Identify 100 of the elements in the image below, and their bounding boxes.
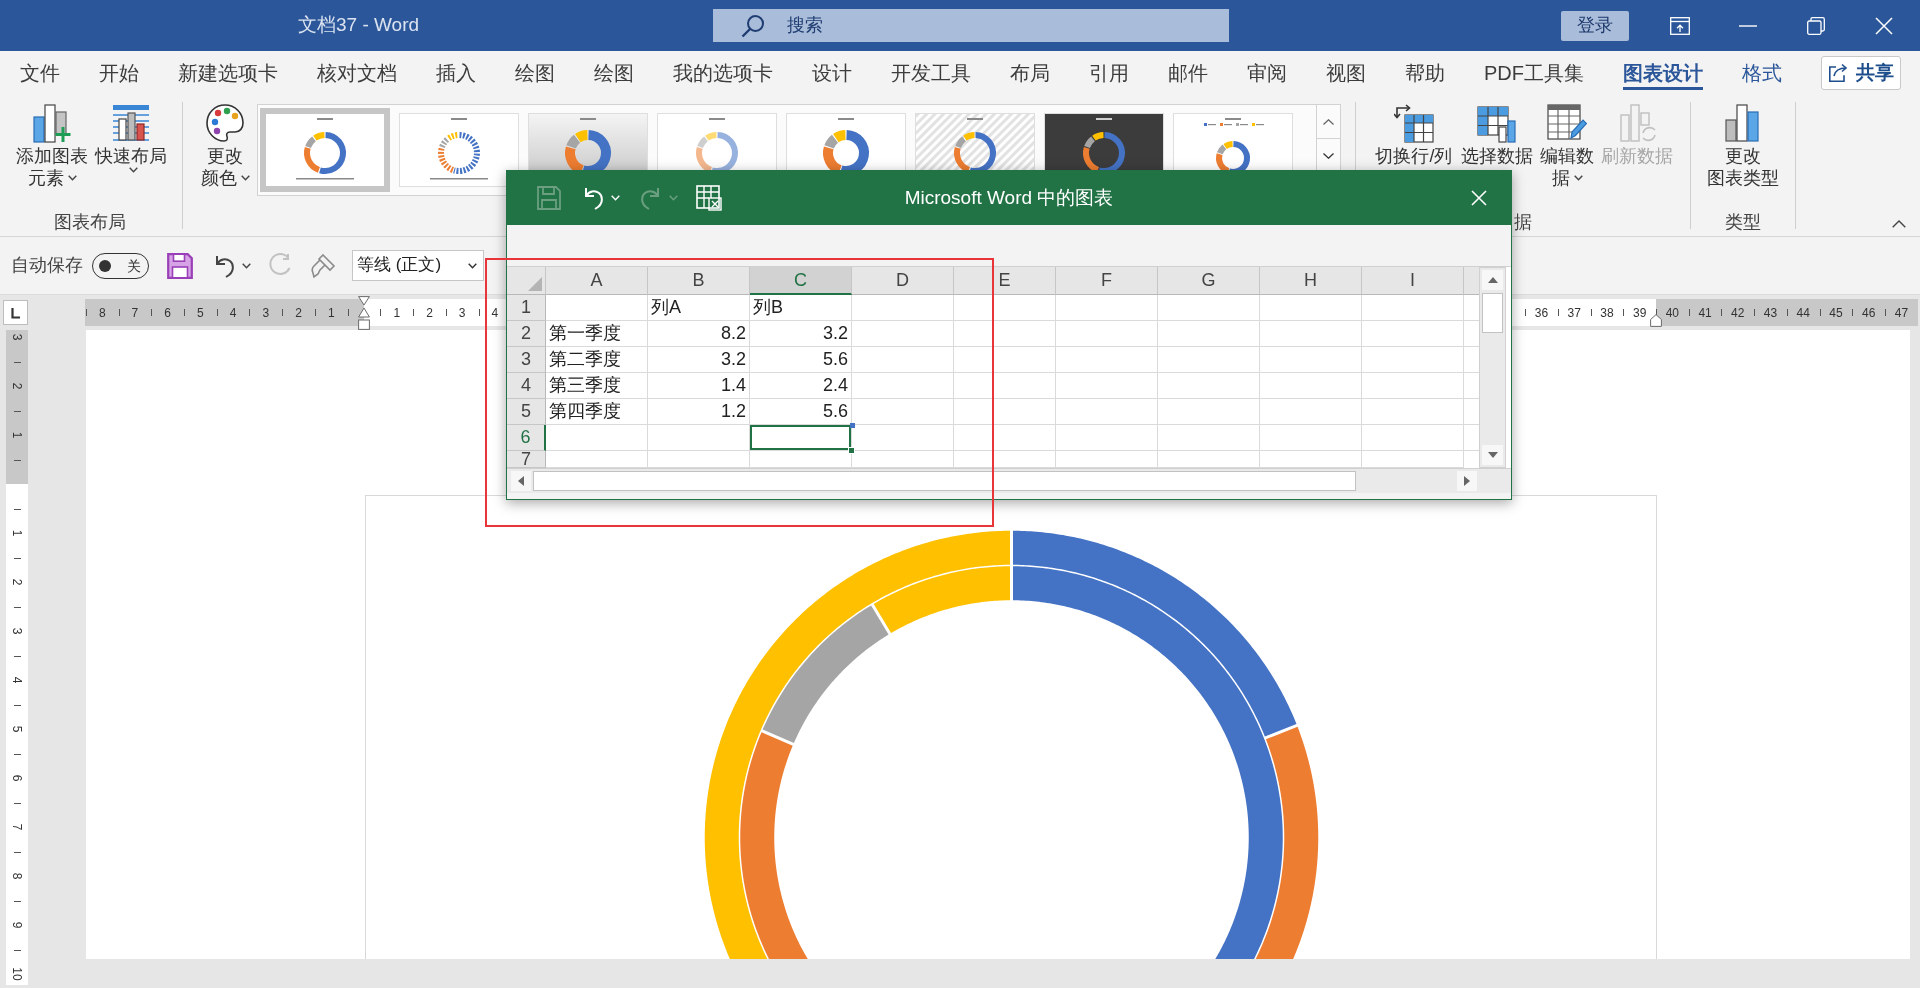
- sheet-cell[interactable]: [852, 295, 954, 321]
- share-button[interactable]: 共享: [1821, 56, 1901, 90]
- sheet-cell[interactable]: 2.4: [750, 373, 852, 399]
- sheet-cell[interactable]: [852, 347, 954, 373]
- ribbon-tab[interactable]: 插入: [436, 59, 476, 90]
- scroll-down-button[interactable]: [1482, 445, 1503, 465]
- active-cell[interactable]: [750, 425, 852, 451]
- ribbon-tab[interactable]: 开始: [99, 59, 139, 90]
- sheet-cell[interactable]: [1056, 425, 1158, 451]
- chevron-up-icon[interactable]: [1323, 118, 1334, 125]
- row-header[interactable]: 6: [507, 425, 546, 451]
- caret-icon[interactable]: [67, 175, 77, 181]
- column-header[interactable]: B: [648, 267, 750, 295]
- sheet-cell[interactable]: [954, 321, 1056, 347]
- sheet-cell[interactable]: [954, 347, 1056, 373]
- row-header[interactable]: 5: [507, 399, 546, 425]
- sheet-cell[interactable]: [1056, 399, 1158, 425]
- quick-layout-button[interactable]: 快速布局: [94, 95, 168, 173]
- ribbon-tab[interactable]: 布局: [1010, 59, 1050, 90]
- change-chart-type-button[interactable]: 更改 图表类型: [1705, 95, 1781, 189]
- scrollbar-thumb[interactable]: [533, 471, 1356, 491]
- sheet-cell[interactable]: 8.2: [648, 321, 750, 347]
- sheet-cell[interactable]: [1260, 347, 1362, 373]
- sheet-cell[interactable]: [1362, 373, 1464, 399]
- ribbon-tab[interactable]: 核对文档: [317, 59, 397, 90]
- ribbon-tab[interactable]: 视图: [1326, 59, 1366, 90]
- sheet-cell[interactable]: [1260, 321, 1362, 347]
- sign-in-button[interactable]: 登录: [1561, 10, 1629, 41]
- ribbon-tab[interactable]: 格式: [1742, 59, 1782, 90]
- sheet-cell[interactable]: [1362, 295, 1464, 321]
- font-name-dropdown[interactable]: 等线 (正文): [352, 250, 484, 281]
- scroll-right-button[interactable]: [1457, 471, 1477, 491]
- sheet-cell[interactable]: [1056, 321, 1158, 347]
- indent-marker-icon[interactable]: [358, 296, 370, 330]
- column-header[interactable]: G: [1158, 267, 1260, 295]
- range-handle-icon[interactable]: [850, 423, 855, 428]
- sheet-cell[interactable]: 3.2: [648, 347, 750, 373]
- tab-stop-icon[interactable]: [3, 300, 28, 325]
- column-header[interactable]: C: [750, 267, 852, 295]
- sheet-cell[interactable]: [1362, 347, 1464, 373]
- spreadsheet-button[interactable]: [696, 185, 722, 211]
- sheet-cell[interactable]: [1158, 347, 1260, 373]
- sheet-cell[interactable]: 第三季度: [546, 373, 648, 399]
- row-header[interactable]: 7: [507, 451, 546, 468]
- sheet-cell[interactable]: [1260, 425, 1362, 451]
- format-painter-button[interactable]: [310, 252, 336, 279]
- sheet-cell[interactable]: 1.4: [648, 373, 750, 399]
- minimize-icon[interactable]: [1739, 24, 1757, 27]
- chart-style-option[interactable]: [399, 113, 519, 187]
- ribbon-tab[interactable]: 我的选项卡: [673, 59, 773, 90]
- column-header[interactable]: H: [1260, 267, 1362, 295]
- sheet-cell[interactable]: [852, 373, 954, 399]
- sheet-cell[interactable]: [1056, 347, 1158, 373]
- sheet-cell[interactable]: [954, 295, 1056, 321]
- sheet-cell[interactable]: 列A: [648, 295, 750, 321]
- add-chart-element-button[interactable]: 添加图表 元素: [12, 95, 92, 189]
- sheet-cell[interactable]: [1158, 295, 1260, 321]
- ribbon-tab[interactable]: 引用: [1089, 59, 1129, 90]
- ribbon-tab[interactable]: 审阅: [1247, 59, 1287, 90]
- row-header[interactable]: 3: [507, 347, 546, 373]
- ribbon-tab[interactable]: 开发工具: [891, 59, 971, 90]
- ribbon-tab[interactable]: 文件: [20, 59, 60, 90]
- sheet-cell[interactable]: [1158, 373, 1260, 399]
- sheet-cell[interactable]: 第一季度: [546, 321, 648, 347]
- ribbon-tab[interactable]: 设计: [812, 59, 852, 90]
- sheet-cell[interactable]: 第二季度: [546, 347, 648, 373]
- column-header[interactable]: F: [1056, 267, 1158, 295]
- scrollbar-thumb[interactable]: [1482, 293, 1503, 333]
- sheet-cell[interactable]: [954, 399, 1056, 425]
- save-button[interactable]: [167, 252, 193, 279]
- change-colors-button[interactable]: 更改 颜色: [197, 95, 253, 189]
- sheet-cell[interactable]: 列B: [750, 295, 852, 321]
- ribbon-tab[interactable]: 图表设计: [1623, 59, 1703, 90]
- sheet-cell[interactable]: [852, 399, 954, 425]
- scroll-left-button[interactable]: [511, 471, 531, 491]
- scroll-up-button[interactable]: [1482, 270, 1503, 290]
- ribbon-tab[interactable]: 帮助: [1405, 59, 1445, 90]
- switch-row-column-button[interactable]: 切换行/列: [1370, 95, 1458, 167]
- edit-data-button[interactable]: 编辑数 据: [1536, 95, 1598, 189]
- sheet-cell[interactable]: [852, 321, 954, 347]
- sheet-cell[interactable]: 5.6: [750, 399, 852, 425]
- caret-icon[interactable]: [240, 175, 250, 181]
- chart-style-option[interactable]: [260, 108, 390, 192]
- column-header[interactable]: A: [546, 267, 648, 295]
- ribbon-tab[interactable]: 邮件: [1168, 59, 1208, 90]
- sheet-cell[interactable]: [1158, 399, 1260, 425]
- select-data-button[interactable]: 选择数据: [1458, 95, 1536, 167]
- column-header[interactable]: D: [852, 267, 954, 295]
- sheet-cell[interactable]: 第四季度: [546, 399, 648, 425]
- sheet-cell[interactable]: [1260, 373, 1362, 399]
- ribbon-tab[interactable]: 绘图: [594, 59, 634, 90]
- row-header[interactable]: 4: [507, 373, 546, 399]
- sheet-cell[interactable]: [954, 373, 1056, 399]
- ribbon-tab[interactable]: 新建选项卡: [178, 59, 278, 90]
- column-header[interactable]: E: [954, 267, 1056, 295]
- ribbon-tab[interactable]: 绘图: [515, 59, 555, 90]
- sheet-cell[interactable]: [954, 425, 1056, 451]
- select-all-button[interactable]: [507, 267, 546, 295]
- row-header[interactable]: 2: [507, 321, 546, 347]
- sheet-cell[interactable]: 1.2: [648, 399, 750, 425]
